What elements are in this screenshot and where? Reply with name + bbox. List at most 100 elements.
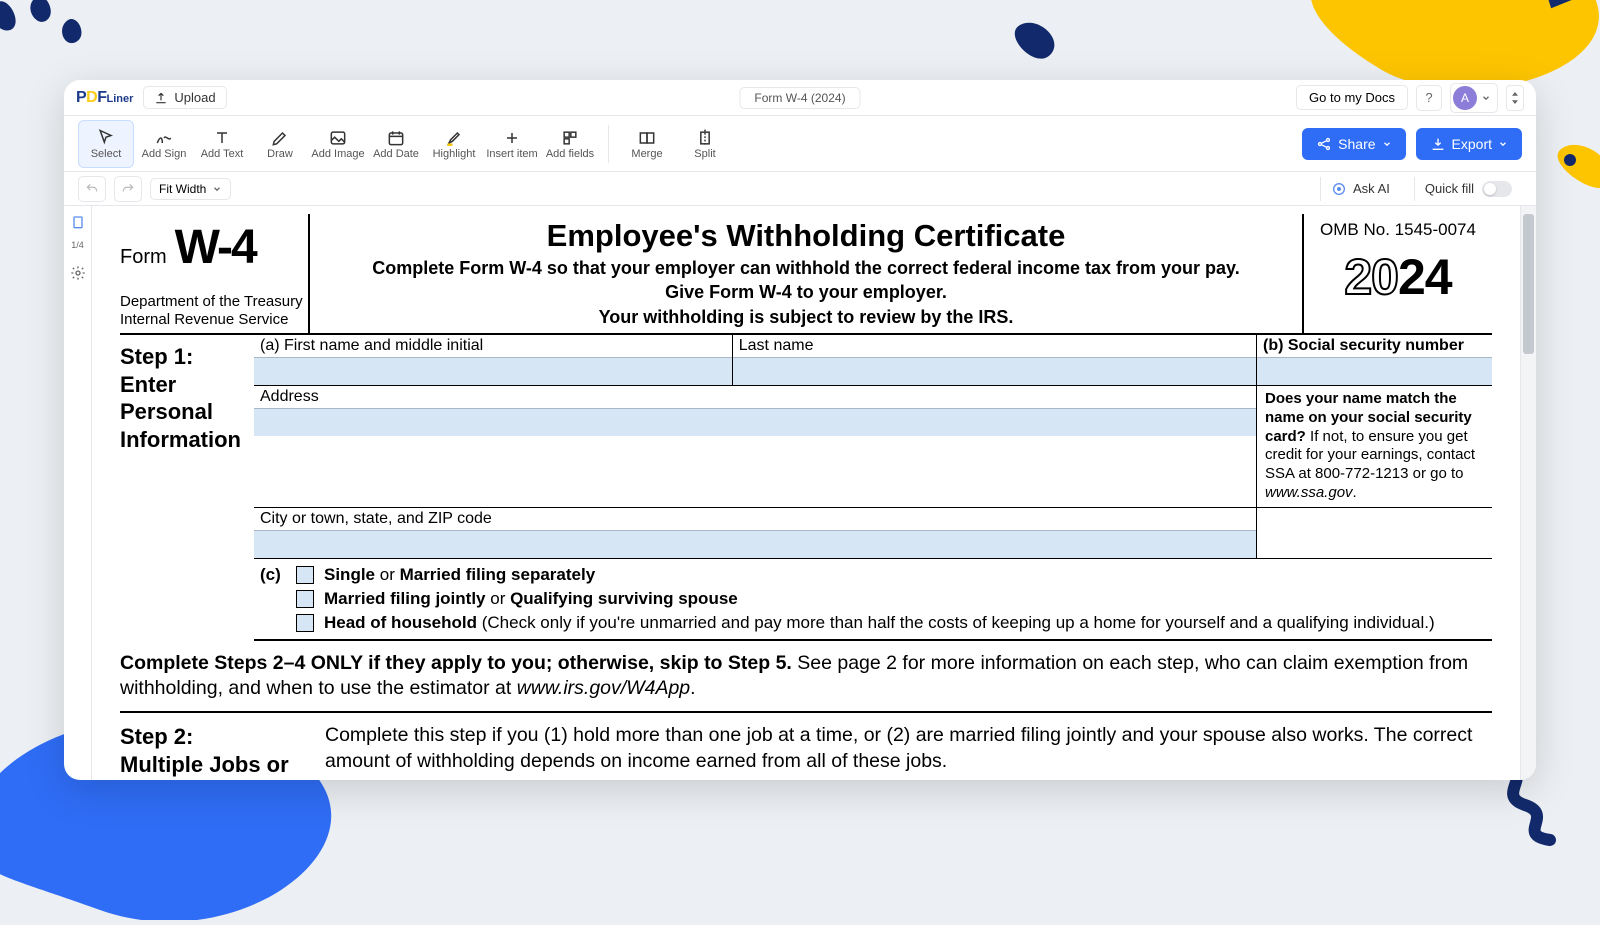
tool-label: Select bbox=[91, 148, 122, 160]
gear-icon bbox=[70, 265, 86, 281]
dept-line1: Department of the Treasury bbox=[120, 293, 304, 311]
form-word: Form bbox=[120, 246, 167, 269]
address-field[interactable] bbox=[254, 408, 1256, 436]
page-indicator: 1/4 bbox=[71, 240, 84, 250]
zoom-select[interactable]: Fit Width bbox=[150, 178, 231, 200]
document-title[interactable]: Form W-4 (2024) bbox=[739, 87, 860, 109]
plus-icon bbox=[502, 128, 522, 148]
goto-docs-button[interactable]: Go to my Docs bbox=[1296, 85, 1408, 110]
tool-label: Add fields bbox=[546, 148, 594, 160]
form-subtitle-2: Give Form W-4 to your employer. bbox=[320, 280, 1292, 304]
split-icon bbox=[695, 128, 715, 148]
pages-panel-button[interactable] bbox=[69, 214, 87, 232]
quick-fill-toggle: Quick fill bbox=[1414, 177, 1522, 201]
add-image-tool[interactable]: Add Image bbox=[310, 120, 366, 168]
decoration-blob bbox=[0, 0, 120, 70]
form-title: Employee's Withholding Certificate bbox=[320, 218, 1292, 254]
form-code: W-4 bbox=[175, 220, 256, 275]
checkbox-single[interactable] bbox=[296, 566, 314, 584]
field-label-lastname: Last name bbox=[733, 335, 1256, 357]
insert-item-tool[interactable]: Insert item bbox=[484, 120, 540, 168]
settings-button[interactable] bbox=[69, 264, 87, 282]
help-button[interactable]: ? bbox=[1416, 85, 1442, 111]
upload-button[interactable]: Upload bbox=[143, 86, 226, 109]
undo-button[interactable] bbox=[78, 176, 106, 202]
ask-ai-label: Ask AI bbox=[1353, 181, 1390, 196]
form-subtitle-1: Complete Form W-4 so that your employer … bbox=[320, 256, 1292, 280]
quick-fill-switch[interactable] bbox=[1482, 181, 1512, 197]
avatar: A bbox=[1453, 86, 1477, 110]
decoration-blob bbox=[1550, 140, 1600, 200]
redo-button[interactable] bbox=[114, 176, 142, 202]
redo-icon bbox=[121, 182, 135, 196]
dept-line2: Internal Revenue Service bbox=[120, 311, 304, 329]
tool-label: Split bbox=[694, 148, 715, 160]
merge-icon bbox=[637, 128, 657, 148]
tool-label: Add Image bbox=[311, 148, 364, 160]
left-rail: 1/4 bbox=[64, 206, 92, 780]
add-fields-tool[interactable]: Add fields bbox=[542, 120, 598, 168]
calendar-icon bbox=[386, 128, 406, 148]
step2-label: Step 2: Multiple Jobs or Spouse bbox=[120, 723, 325, 780]
share-button[interactable]: Share bbox=[1302, 128, 1405, 160]
select-tool[interactable]: Select bbox=[78, 120, 134, 168]
highlight-tool[interactable]: Highlight bbox=[426, 120, 482, 168]
decoration-blob bbox=[1010, 20, 1060, 65]
scrollbar-thumb[interactable] bbox=[1523, 214, 1534, 354]
titlebar: PDFLiner Upload Form W-4 (2024) Go to my… bbox=[64, 80, 1536, 116]
filing-status-married: Married filing jointly or Qualifying sur… bbox=[324, 589, 738, 609]
download-icon bbox=[1430, 136, 1446, 152]
pencil-icon bbox=[270, 128, 290, 148]
ssn-note: Does your name match the name on your so… bbox=[1257, 386, 1492, 507]
merge-tool[interactable]: Merge bbox=[619, 120, 675, 168]
ask-ai-button[interactable]: Ask AI bbox=[1320, 177, 1400, 201]
add-date-tool[interactable]: Add Date bbox=[368, 120, 424, 168]
editor-main: 1/4 Form W-4 Department of the Treasury … bbox=[64, 206, 1536, 780]
export-button[interactable]: Export bbox=[1416, 128, 1522, 160]
checkbox-head-household[interactable] bbox=[296, 614, 314, 632]
tool-label: Highlight bbox=[433, 148, 476, 160]
maximize-button[interactable] bbox=[1506, 85, 1524, 111]
share-icon bbox=[1316, 136, 1332, 152]
add-sign-tool[interactable]: Add Sign bbox=[136, 120, 192, 168]
draw-tool[interactable]: Draw bbox=[252, 120, 308, 168]
step1-label: Step 1: Enter Personal Information bbox=[120, 335, 254, 641]
ai-icon bbox=[1331, 181, 1347, 197]
filing-status-single: Single or Married filing separately bbox=[324, 565, 595, 585]
chevron-down-icon bbox=[1481, 93, 1491, 103]
expand-icon bbox=[1511, 92, 1519, 104]
main-toolbar: Select Add Sign Add Text Draw Add Image … bbox=[64, 116, 1536, 172]
account-menu[interactable]: A bbox=[1450, 83, 1498, 113]
tool-label: Insert item bbox=[486, 148, 537, 160]
ssn-field[interactable] bbox=[1257, 357, 1492, 385]
fields-icon bbox=[560, 128, 580, 148]
quick-fill-label: Quick fill bbox=[1425, 181, 1474, 196]
app-window: PDFLiner Upload Form W-4 (2024) Go to my… bbox=[64, 80, 1536, 780]
document-canvas[interactable]: Form W-4 Department of the Treasury Inte… bbox=[92, 206, 1520, 780]
checkbox-married-jointly[interactable] bbox=[296, 590, 314, 608]
city-field[interactable] bbox=[254, 530, 1256, 558]
chevron-down-icon bbox=[1498, 139, 1508, 149]
form-subtitle-3: Your withholding is subject to review by… bbox=[320, 305, 1292, 329]
add-text-tool[interactable]: Add Text bbox=[194, 120, 250, 168]
secondary-toolbar: Fit Width Ask AI Quick fill bbox=[64, 172, 1536, 206]
tool-label: Merge bbox=[631, 148, 662, 160]
omb-number: OMB No. 1545-0074 bbox=[1308, 220, 1488, 240]
chevron-down-icon bbox=[212, 184, 222, 194]
step2-text: Complete this step if you (1) hold more … bbox=[325, 723, 1492, 780]
split-tool[interactable]: Split bbox=[677, 120, 733, 168]
highlighter-icon bbox=[444, 128, 464, 148]
brand-logo: PDFLiner bbox=[76, 89, 133, 107]
field-label-ssn: (b) Social security number bbox=[1263, 337, 1464, 354]
tool-label: Add Text bbox=[201, 148, 244, 160]
page-icon bbox=[70, 215, 86, 231]
vertical-scrollbar[interactable] bbox=[1520, 206, 1536, 780]
form-year: 2024 bbox=[1308, 248, 1488, 306]
lastname-field[interactable] bbox=[733, 357, 1256, 385]
firstname-field[interactable] bbox=[254, 357, 732, 385]
upload-icon bbox=[154, 91, 168, 105]
export-label: Export bbox=[1452, 136, 1492, 152]
field-label-city: City or town, state, and ZIP code bbox=[254, 508, 1256, 530]
zoom-label: Fit Width bbox=[159, 182, 206, 196]
tool-label: Draw bbox=[267, 148, 293, 160]
